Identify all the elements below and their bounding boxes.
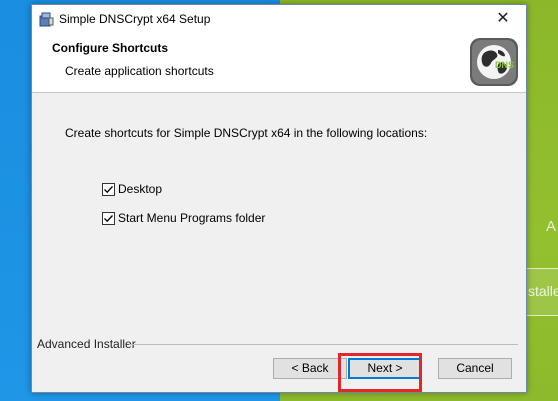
header-banner: Configure Shortcuts Create application s… [32,33,526,93]
page-subtitle: Create application shortcuts [65,64,214,78]
installer-brand: Advanced Installer [37,337,136,351]
footer-divider [129,344,518,345]
dialog-body: Create shortcuts for Simple DNSCrypt x64… [32,93,526,392]
page-title: Configure Shortcuts [52,41,168,55]
start-menu-checkbox[interactable] [102,211,115,225]
logo-text: DNS [495,60,514,70]
start-menu-checkbox-row[interactable]: Start Menu Programs folder [102,211,265,225]
setup-window: Simple DNSCrypt x64 Setup ✕ Configure Sh… [31,4,527,393]
back-button[interactable]: < Back [273,358,347,379]
window-title: Simple DNSCrypt x64 Setup [59,12,211,26]
globe-icon: DNS [470,38,518,86]
close-icon: ✕ [496,10,510,27]
cancel-button[interactable]: Cancel [438,358,512,379]
start-menu-checkbox-label: Start Menu Programs folder [118,211,266,225]
instruction-text: Create shortcuts for Simple DNSCrypt x64… [65,126,428,140]
desktop-checkbox-label: Desktop [118,182,163,196]
title-bar[interactable]: Simple DNSCrypt x64 Setup ✕ [32,5,526,33]
installer-icon [39,12,54,27]
desktop-checkbox-row[interactable]: Desktop [102,182,162,196]
checkmark-icon [104,214,113,222]
close-button[interactable]: ✕ [480,5,526,33]
desktop-checkbox[interactable] [102,182,115,196]
background-letter: A [546,218,557,235]
checkmark-icon [104,185,113,193]
background-install-label: stalle [528,283,558,299]
annotation-highlight-box [338,353,422,392]
